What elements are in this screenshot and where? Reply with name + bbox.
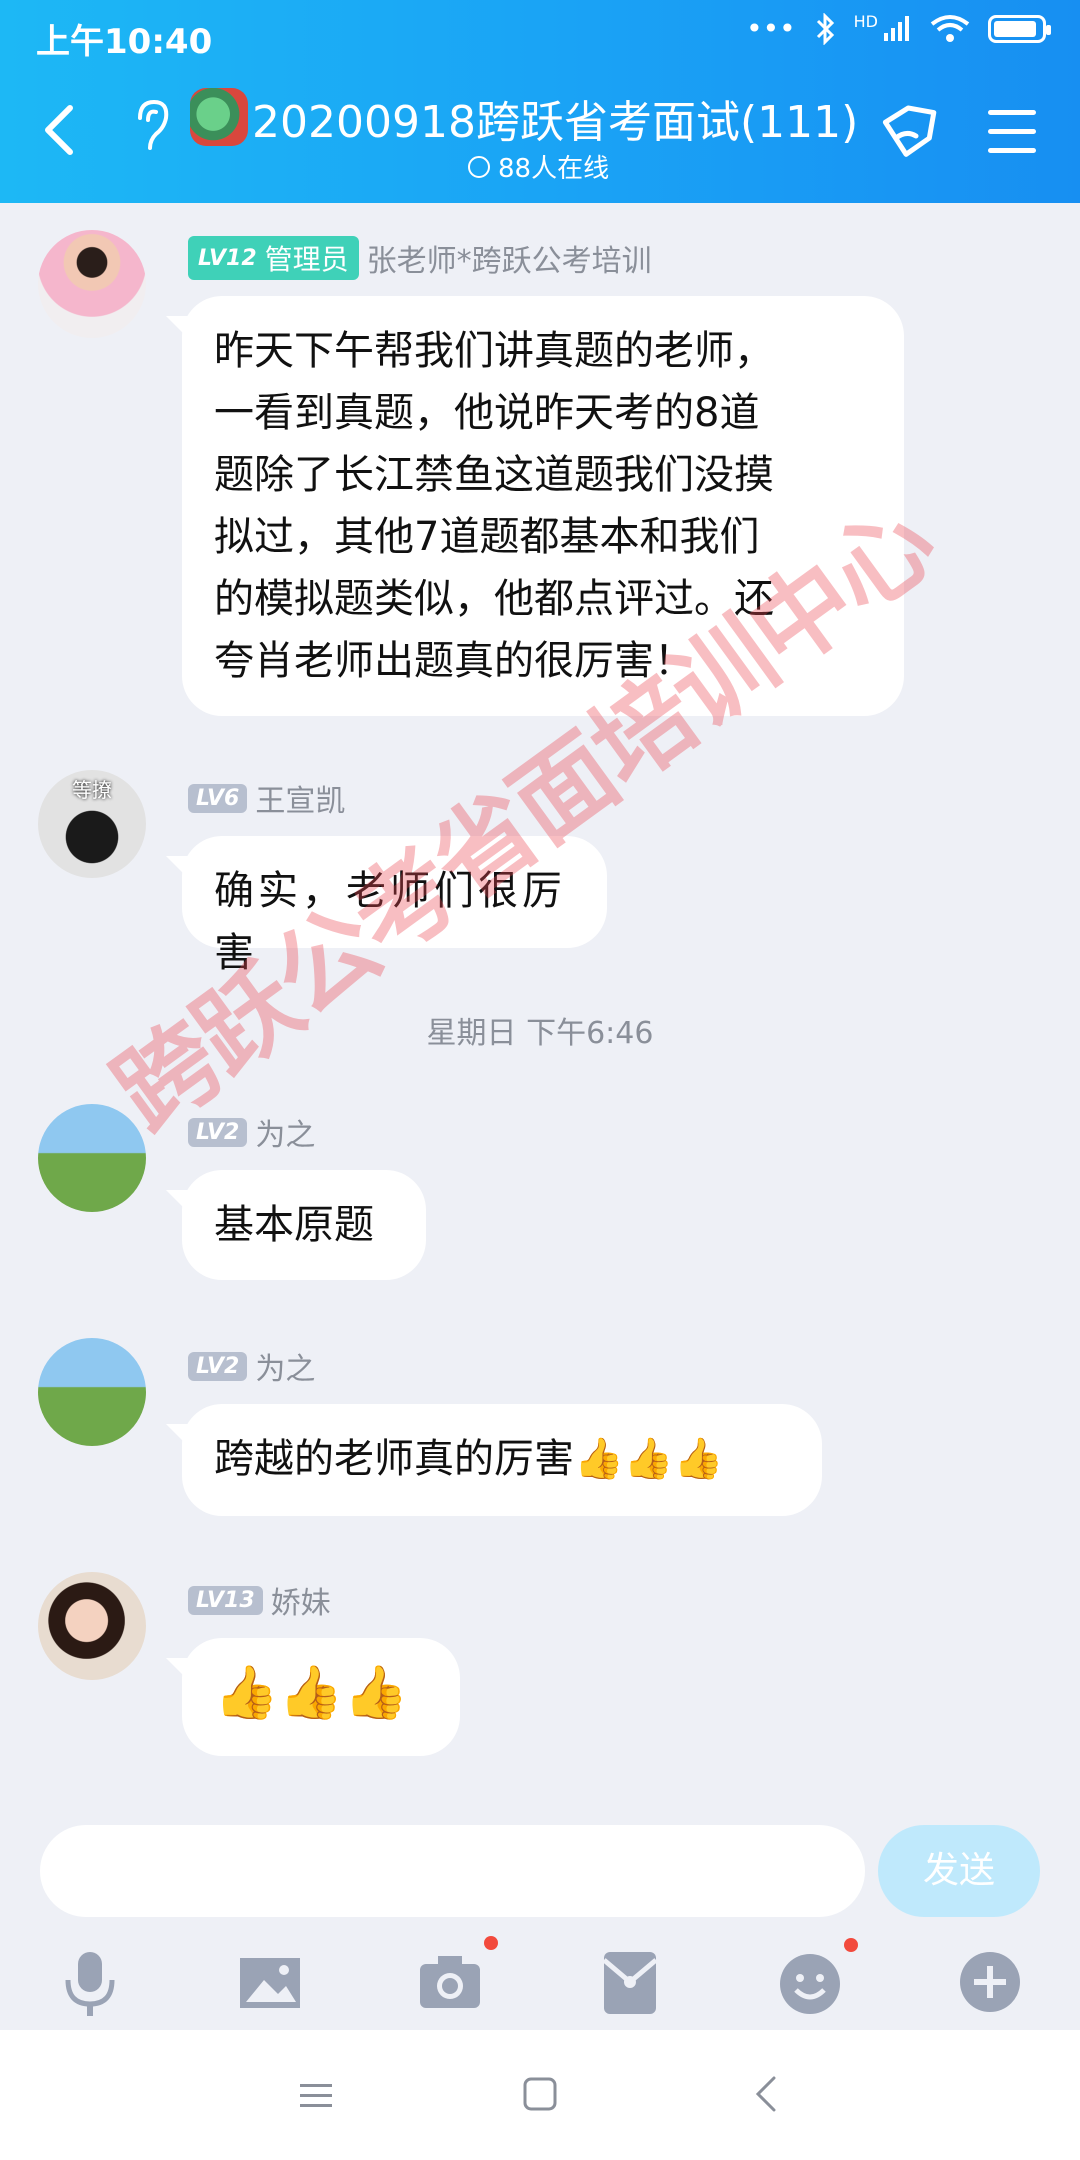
tag-icon[interactable] xyxy=(874,100,938,164)
bluetooth-icon xyxy=(816,12,834,45)
more-dots-icon: ••• xyxy=(746,12,796,45)
online-count-label: 88人在线 xyxy=(498,154,610,184)
avatar[interactable]: 等撩 xyxy=(38,770,146,878)
status-time: 上午10:40 xyxy=(36,22,213,62)
back-nav-icon[interactable] xyxy=(752,2074,780,2114)
avatar[interactable] xyxy=(38,230,146,338)
sender-meta: LV13 娇妹 xyxy=(188,1578,331,1622)
notification-dot xyxy=(484,1936,498,1950)
emoji-icon[interactable] xyxy=(770,1942,850,2022)
red-packet-icon[interactable] xyxy=(590,1942,670,2022)
level-badge: LV13 xyxy=(188,1585,263,1615)
battery-icon xyxy=(988,14,1051,43)
sender-name[interactable]: 王宣凯 xyxy=(255,776,345,820)
ear-icon[interactable] xyxy=(130,96,174,156)
chat-title[interactable]: 20200918跨跃省考面试(111) xyxy=(252,86,858,150)
top-bar: 上午10:40 ••• HD 20200918跨跃省考面试(111) 88人在线 xyxy=(0,0,1080,203)
sender-name[interactable]: 为之 xyxy=(255,1110,315,1154)
message-line: 一看到真题，他说昨天考的8道 xyxy=(214,390,760,436)
plus-icon[interactable] xyxy=(950,1942,1030,2022)
network-hd-label: HD xyxy=(853,12,878,31)
avatar[interactable] xyxy=(38,1572,146,1680)
message-bubble[interactable]: 基本原题 xyxy=(166,1170,426,1280)
microphone-icon[interactable] xyxy=(50,1942,130,2022)
message-line: 题除了长江禁鱼这道题我们没摸 xyxy=(214,452,774,498)
message-line: 拟过，其他7道题都基本和我们 xyxy=(214,514,760,560)
message-text: 跨越的老师真的厉害👍👍👍 xyxy=(214,1436,724,1482)
role-label: 管理员 xyxy=(264,243,349,276)
sender-name[interactable]: 为之 xyxy=(255,1344,315,1388)
level-badge: LV12 xyxy=(198,245,257,271)
sender-name[interactable]: 娇妹 xyxy=(271,1578,331,1622)
recent-apps-icon[interactable] xyxy=(298,2078,334,2114)
message-text: 👍👍👍 xyxy=(214,1663,409,1723)
level-badge: LV2 xyxy=(188,1351,248,1381)
input-toolbar xyxy=(0,1936,1080,2038)
sender-name[interactable]: 张老师*跨跃公考培训 xyxy=(367,236,652,280)
avatar[interactable] xyxy=(38,1338,146,1446)
home-icon[interactable] xyxy=(522,2076,558,2112)
message-line: 夸肖老师出题真的很厉害！ xyxy=(214,638,694,684)
message-bubble[interactable]: 跨越的老师真的厉害👍👍👍 xyxy=(166,1404,822,1516)
send-button[interactable]: 发送 xyxy=(878,1825,1040,1917)
notification-dot xyxy=(844,1938,858,1952)
avatar[interactable] xyxy=(38,1104,146,1212)
status-icons: ••• HD xyxy=(746,12,1051,45)
sender-meta: LV2 为之 xyxy=(188,1344,315,1388)
sender-meta: LV12 管理员 张老师*跨跃公考培训 xyxy=(188,236,652,280)
message-bubble[interactable]: 昨天下午帮我们讲真题的老师， 一看到真题，他说昨天考的8道 题除了长江禁鱼这道题… xyxy=(166,296,904,716)
level-badge: LV2 xyxy=(188,1117,248,1147)
avatar-label: 等撩 xyxy=(72,778,112,802)
signal-icon xyxy=(884,15,909,41)
image-icon[interactable] xyxy=(230,1942,310,2022)
message-line: 的模拟题类似，他都点评过。还 xyxy=(214,576,774,622)
admin-badge: LV12 管理员 xyxy=(188,236,359,280)
system-nav-bar xyxy=(0,2030,1080,2160)
message-text: 确实，老师们很厉害 xyxy=(214,868,566,976)
online-count[interactable]: 88人在线 xyxy=(468,148,609,185)
message-text: 基本原题 xyxy=(214,1202,374,1248)
level-badge: LV6 xyxy=(188,783,248,813)
wifi-icon xyxy=(930,14,970,42)
sender-meta: LV2 为之 xyxy=(188,1110,315,1154)
group-avatar xyxy=(190,88,248,146)
time-separator: 星期日 下午6:46 xyxy=(426,1016,654,1051)
camera-icon[interactable] xyxy=(410,1942,490,2022)
message-input[interactable] xyxy=(40,1825,865,1917)
sender-meta: LV6 王宣凯 xyxy=(188,776,345,820)
menu-icon[interactable] xyxy=(988,110,1036,154)
online-check-icon xyxy=(468,155,490,178)
message-bubble[interactable]: 👍👍👍 xyxy=(166,1638,460,1756)
message-line: 昨天下午帮我们讲真题的老师， xyxy=(214,328,774,374)
back-button[interactable] xyxy=(36,100,80,160)
message-bubble[interactable]: 确实，老师们很厉害 xyxy=(166,836,607,976)
